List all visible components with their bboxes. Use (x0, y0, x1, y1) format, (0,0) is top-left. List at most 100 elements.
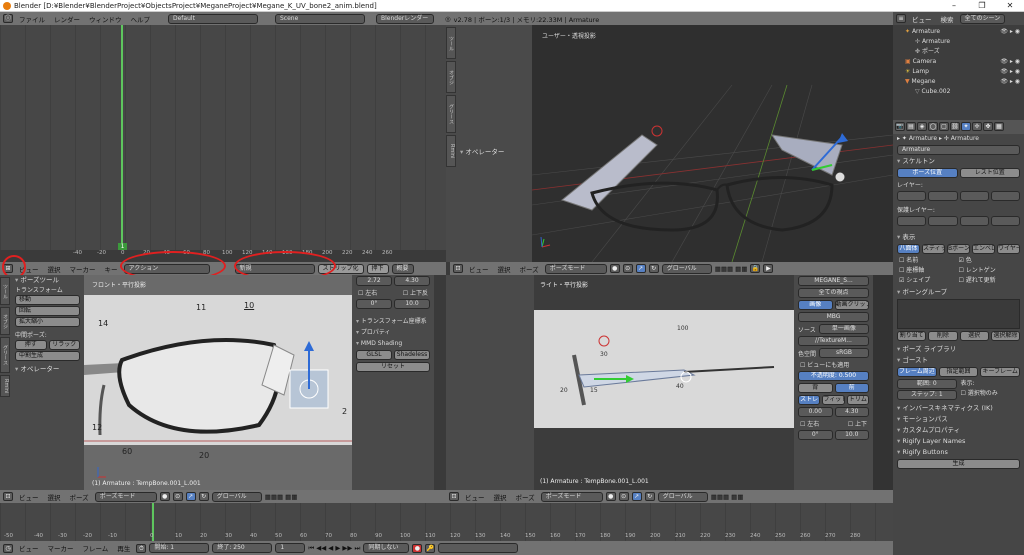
view-as-render-checkbox[interactable]: ☐ ビューにも適用 (794, 359, 873, 370)
scale-button[interactable]: 拡大縮小 (15, 317, 80, 327)
outliner-item-cube[interactable]: ▽ Cube.002 (897, 87, 1020, 97)
ghost-in-range[interactable]: 指定範囲 (938, 367, 979, 377)
bg-offset-x-field[interactable]: 2.72 (356, 276, 392, 286)
dopesheet-marker-menu[interactable]: マーカー (67, 264, 99, 274)
tab-object[interactable]: オブジ (446, 61, 456, 93)
prop-tab-world-icon[interactable]: ◯ (928, 122, 938, 131)
bg-image-datablock[interactable]: MBG (798, 312, 869, 322)
vp3-select-menu[interactable]: 選択 (491, 492, 510, 502)
vp2-mode-select[interactable]: ポーズモード (94, 491, 157, 502)
rigify-buttons-section[interactable]: Rigify Buttons (893, 447, 1024, 458)
bottom-timeline[interactable]: -50 -40 -30 -20 -10 0 10 20 30 40 50 60 … (0, 503, 893, 541)
outliner-item-pose[interactable]: ✤ ポーズ (897, 47, 1020, 57)
front-scrollbar[interactable] (434, 275, 446, 490)
opacity-field[interactable]: 不透明度: 0.500 (798, 371, 869, 381)
current-frame-field[interactable]: 1 (275, 543, 306, 553)
sync-mode-select[interactable]: 同期しない (363, 543, 410, 553)
bg-source-movie[interactable]: 動画クリップ (834, 300, 869, 310)
tab-grease[interactable]: グリース (446, 95, 456, 133)
viewport-type-icon[interactable]: ⊡ (453, 264, 463, 273)
keying-set-field[interactable] (438, 543, 519, 553)
bg-rot-field[interactable]: 0° (798, 430, 833, 440)
ghost-step-field[interactable]: ステップ: 1 (897, 390, 957, 400)
pose-library-section[interactable]: ポーズ ライブラリ (893, 344, 1024, 355)
ghost-keyframes[interactable]: キーフレーム (980, 367, 1021, 377)
timeline-type-icon[interactable]: ◷ (3, 543, 13, 553)
rigify-layer-section[interactable]: Rigify Layer Names (893, 436, 1024, 447)
prop-tab-layers-icon[interactable]: ▤ (906, 122, 916, 131)
protected-layers-grid[interactable] (893, 215, 1024, 229)
bg-front-button[interactable]: 前 (834, 383, 869, 393)
vp2-pivot-icon[interactable]: ⊙ (172, 492, 183, 501)
vp3-pose-menu[interactable]: ポーズ (513, 492, 538, 502)
outliner-type-icon[interactable]: ≡ (896, 14, 906, 23)
vp1-mode-select[interactable]: ポーズモード (544, 263, 607, 274)
push-pose-button[interactable]: 押す (15, 340, 47, 350)
bg-x-field[interactable]: 0.00 (798, 407, 833, 417)
outliner-item-megane[interactable]: ▼ Megane 👁 ▸ ◉ (897, 77, 1020, 87)
screen-layout-select[interactable]: Default (168, 13, 258, 24)
bone-groups-section[interactable]: ボーングループ (893, 287, 1024, 298)
bl-tab-rmini[interactable]: Rmini (0, 375, 10, 397)
transform-orientations-section[interactable]: トランスフォーム座標系 (352, 316, 434, 327)
selected-only-checkbox[interactable]: ☐ 選択物のみ (961, 389, 1021, 399)
push-down-button[interactable]: 押下 (366, 263, 389, 274)
vp2-orientation-select[interactable]: グローバル (211, 491, 262, 502)
glsl-button[interactable]: GLSL (356, 350, 392, 360)
bg-y-field[interactable]: 4.30 (834, 407, 869, 417)
display-section[interactable]: 表示 (893, 232, 1024, 243)
display-octahedral[interactable]: 八面体 (897, 244, 920, 254)
bl-tab-tools[interactable]: ツール (0, 277, 10, 305)
axes-checkbox[interactable]: ☐ 座標軸 (899, 266, 959, 276)
editor-type-icon[interactable]: ⓘ (3, 14, 13, 23)
display-stick[interactable]: スティック (922, 244, 945, 254)
shapes-checkbox[interactable]: ☑ シェイプ (899, 276, 959, 286)
vp2-rotate-icon[interactable]: ↻ (198, 492, 209, 501)
menu-file[interactable]: ファイル (16, 14, 48, 24)
vp3-shading-icon[interactable]: ● (605, 492, 616, 501)
summary-toggle[interactable]: 概要 (391, 263, 414, 274)
viewport-front[interactable]: フロント・平行投影 11 10 14 12 60 20 2 (1) Armatu… (84, 275, 352, 490)
pose-tools-section[interactable]: ポーズツール (11, 275, 84, 286)
record-icon[interactable]: ● (412, 543, 423, 553)
bone-group-select[interactable]: 選択 (959, 331, 989, 341)
prop-tab-bone-constraint-icon[interactable]: ✤ (983, 122, 993, 131)
vp1-view-menu[interactable]: ビュー (466, 264, 492, 274)
delay-checkbox[interactable]: ☐ 遅れて更新 (959, 276, 1019, 286)
vp1-rotate-icon[interactable]: ↻ (648, 264, 659, 273)
render-engine-select[interactable]: Blenderレンダー (376, 13, 434, 24)
vp1-select-menu[interactable]: 選択 (495, 264, 514, 274)
prop-tab-constraint-icon[interactable]: ⛓ (950, 122, 960, 131)
outliner-item-lamp[interactable]: ☀ Lamp 👁 ▸ ◉ (897, 67, 1020, 77)
bone-group-assign[interactable]: 割り当て (897, 331, 927, 341)
motion-paths-section[interactable]: モーションパス (893, 414, 1024, 425)
shadeless-button[interactable]: Shadeless (394, 350, 430, 360)
xray-checkbox[interactable]: ☐ レントゲン (959, 266, 1019, 276)
prop-tab-render-icon[interactable]: 📷 (895, 122, 905, 131)
prop-tab-object-icon[interactable]: ▢ (939, 122, 949, 131)
maximize-button[interactable]: ❐ (968, 0, 996, 12)
mmd-reset-button[interactable]: リセット (356, 362, 430, 372)
tab-tools[interactable]: ツール (446, 27, 456, 59)
breakdown-button[interactable]: 中割生成 (15, 351, 80, 361)
bg-size-field[interactable]: 10.0 (394, 299, 430, 309)
vp1-render-icon[interactable]: ▶ (763, 264, 774, 273)
ghost-around-frame[interactable]: フレーム周辺 (897, 367, 937, 377)
names-checkbox[interactable]: ☐ 名前 (899, 256, 959, 266)
timeline-view-menu[interactable]: ビュー (16, 543, 42, 553)
vp1-pivot-icon[interactable]: ⊙ (622, 264, 633, 273)
vp2-type-icon[interactable]: ⊡ (3, 492, 13, 501)
outliner-item-camera[interactable]: ▣ Camera 👁 ▸ ◉ (897, 57, 1020, 67)
vp1-lock-icon[interactable]: 🔒 (750, 264, 761, 273)
right-view-scrollbar[interactable] (873, 275, 893, 490)
bg-flip-x-checkbox[interactable]: ☐ 左右 (800, 419, 819, 428)
vp2-pose-menu[interactable]: ポーズ (67, 492, 92, 502)
vp1-layers-icon[interactable]: ▦▦▦ ▦▦ (715, 265, 748, 273)
playback-controls-icon[interactable]: ⏮ ◀◀ ◀ ▶ ▶▶ ⏭ (308, 544, 360, 553)
bone-group-remove[interactable]: 削除 (928, 331, 958, 341)
outliner-search-menu[interactable]: 検索 (938, 14, 957, 24)
bg-view-axis-select[interactable]: 全ての視点 (798, 288, 869, 298)
bl-tab-grease[interactable]: グリース (0, 337, 10, 373)
prop-tab-texture-icon[interactable]: ▦ (994, 122, 1004, 131)
colorspace-select[interactable]: sRGB (819, 348, 869, 358)
